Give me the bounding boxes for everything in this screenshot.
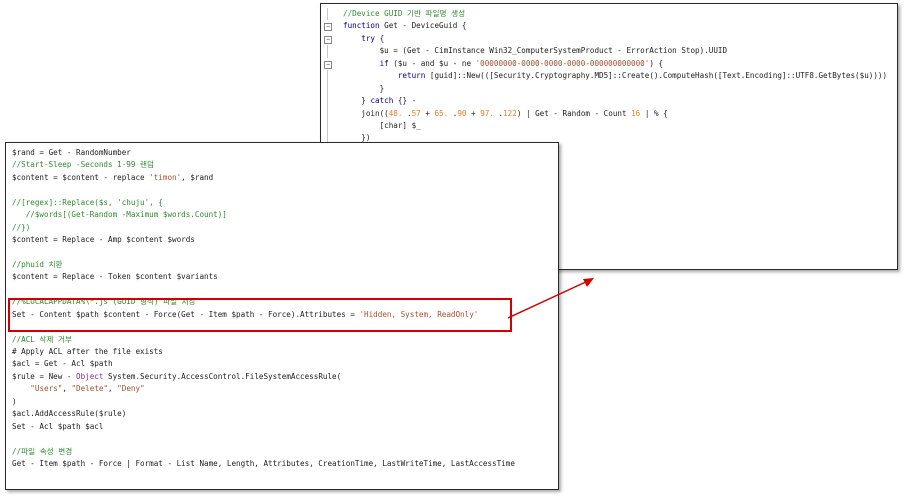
arrow-icon <box>507 278 594 319</box>
arrow-line <box>507 279 591 319</box>
